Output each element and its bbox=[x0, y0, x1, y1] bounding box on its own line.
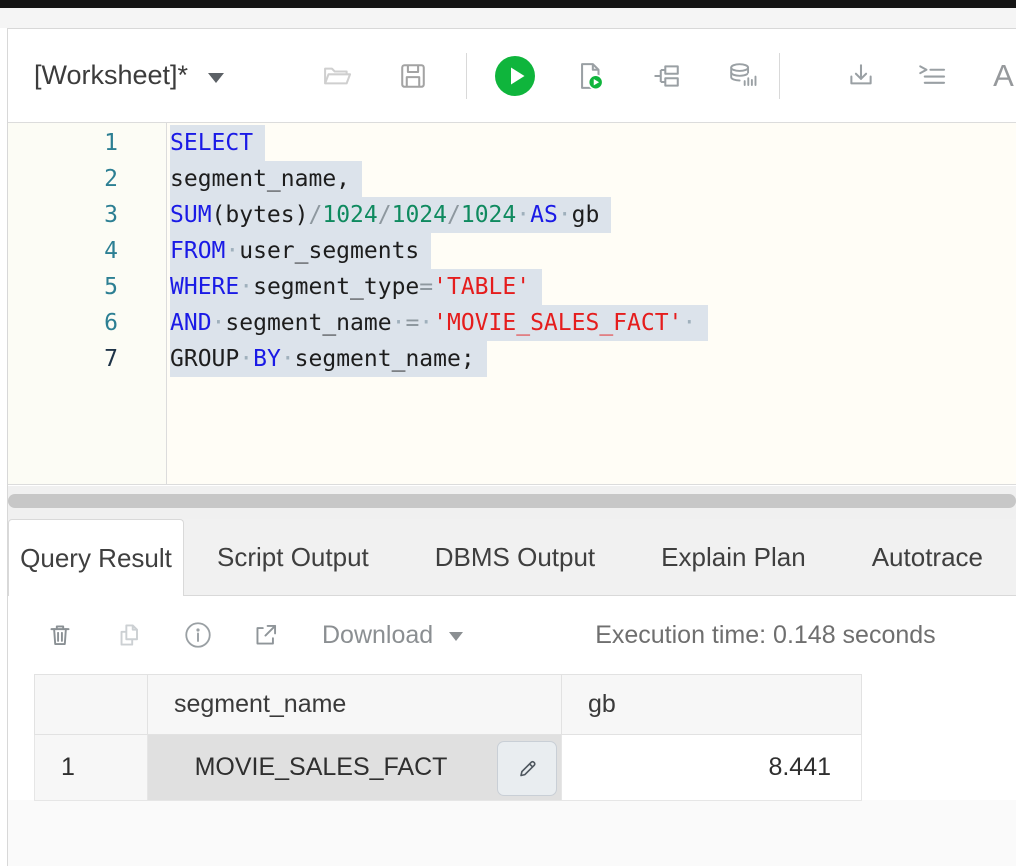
selected-code: segment_name, bbox=[170, 161, 362, 197]
selected-code: AND·segment_name·=·'MOVIE_SALES_FACT'· bbox=[170, 305, 708, 341]
column-header-gb[interactable]: gb bbox=[562, 675, 862, 735]
open-in-new-button[interactable] bbox=[250, 619, 282, 651]
result-grid: segment_name gb 1 MOVIE_SALES_FACT bbox=[34, 674, 862, 801]
result-tabs: Query ResultScript OutputDBMS OutputExpl… bbox=[8, 519, 1016, 596]
save-button[interactable] bbox=[396, 59, 430, 93]
run-statement-icon bbox=[494, 55, 536, 97]
worksheet-toolbar: [Worksheet]* bbox=[8, 29, 1016, 123]
open-file-button[interactable] bbox=[320, 59, 354, 93]
worksheet-panel: [Worksheet]* bbox=[7, 28, 1016, 866]
worksheet-selector-button[interactable]: [Worksheet]* bbox=[34, 60, 224, 91]
selected-code: WHERE·segment_type='TABLE' bbox=[170, 269, 542, 305]
line-number: 4 bbox=[8, 233, 166, 269]
autotrace-button[interactable] bbox=[725, 59, 761, 93]
run-statement-button[interactable] bbox=[494, 55, 536, 97]
chevron-down-icon bbox=[208, 73, 224, 83]
page-background-strip bbox=[0, 8, 1016, 28]
tab-explain-plan[interactable]: Explain Plan bbox=[628, 519, 839, 596]
clear-result-button[interactable] bbox=[44, 619, 76, 651]
selected-code: FROM·user_segments bbox=[170, 233, 431, 269]
pencil-icon bbox=[512, 754, 542, 784]
tab-script-output[interactable]: Script Output bbox=[184, 519, 402, 596]
header-row: segment_name gb bbox=[35, 675, 862, 735]
code-line[interactable]: 5WHERE·segment_type='TABLE' bbox=[8, 269, 1016, 305]
download-label: Download bbox=[322, 621, 433, 650]
toolbar-separator bbox=[466, 53, 467, 99]
trash-icon bbox=[44, 619, 76, 651]
code-line[interactable]: 3SUM(bytes)/1024/1024/1024·AS·gb bbox=[8, 197, 1016, 233]
run-script-button[interactable] bbox=[573, 59, 607, 93]
selected-code: SELECT bbox=[170, 125, 265, 161]
editor-lines: 1SELECT 2segment_name, 3SUM(bytes)/1024/… bbox=[8, 125, 1016, 377]
info-icon bbox=[182, 619, 214, 651]
code-line[interactable]: 7GROUP·BY·segment_name; bbox=[8, 341, 1016, 377]
copy-result-button[interactable] bbox=[113, 619, 145, 651]
splitter-zone bbox=[8, 486, 1016, 519]
line-number: 3 bbox=[8, 197, 166, 233]
font-size-button[interactable]: Aa bbox=[993, 58, 1016, 94]
toolbar-separator bbox=[779, 53, 780, 99]
open-folder-icon bbox=[320, 59, 354, 93]
copy-icon bbox=[113, 619, 145, 651]
format-icon bbox=[914, 59, 948, 93]
code-line[interactable]: 1SELECT bbox=[8, 125, 1016, 161]
panel-splitter-handle[interactable] bbox=[8, 494, 1016, 508]
run-script-icon bbox=[573, 59, 607, 93]
line-number: 1 bbox=[8, 125, 166, 161]
download-result-button[interactable]: Download bbox=[322, 621, 463, 650]
tab-query-result[interactable]: Query Result bbox=[8, 519, 184, 596]
line-number: 5 bbox=[8, 269, 166, 305]
code-line[interactable]: 4FROM·user_segments bbox=[8, 233, 1016, 269]
result-info-button[interactable] bbox=[182, 619, 214, 651]
format-button[interactable] bbox=[914, 59, 948, 93]
edit-cell-button[interactable] bbox=[497, 741, 557, 796]
result-toolbar: Download Execution time: 0.148 seconds bbox=[8, 596, 1016, 674]
segment-name-value: MOVIE_SALES_FACT bbox=[195, 753, 448, 781]
selected-code: GROUP·BY·segment_name; bbox=[170, 341, 487, 377]
explain-plan-button[interactable] bbox=[650, 59, 684, 93]
autotrace-icon bbox=[725, 59, 761, 93]
grid-empty-area bbox=[8, 800, 1016, 866]
save-icon bbox=[396, 59, 430, 93]
column-header-rownum[interactable] bbox=[35, 675, 148, 735]
tab-dbms-output[interactable]: DBMS Output bbox=[402, 519, 628, 596]
window-top-bar bbox=[0, 0, 1016, 8]
chevron-down-icon bbox=[449, 632, 463, 641]
line-number: 6 bbox=[8, 305, 166, 341]
line-number: 2 bbox=[8, 161, 166, 197]
download-worksheet-button[interactable] bbox=[844, 59, 878, 93]
code-line[interactable]: 2segment_name, bbox=[8, 161, 1016, 197]
row-number-cell[interactable]: 1 bbox=[35, 735, 148, 801]
selected-code: SUM(bytes)/1024/1024/1024·AS·gb bbox=[170, 197, 611, 233]
download-icon bbox=[844, 59, 878, 93]
segment-name-cell[interactable]: MOVIE_SALES_FACT bbox=[148, 735, 562, 801]
open-in-new-icon bbox=[250, 619, 282, 651]
gb-cell[interactable]: 8.441 bbox=[562, 735, 862, 801]
execution-time: Execution time: 0.148 seconds bbox=[595, 621, 935, 650]
sql-editor[interactable]: 1SELECT 2segment_name, 3SUM(bytes)/1024/… bbox=[8, 123, 1016, 485]
worksheet-title: [Worksheet]* bbox=[34, 60, 188, 91]
column-header-segment-name[interactable]: segment_name bbox=[148, 675, 562, 735]
line-number: 7 bbox=[8, 341, 166, 377]
explain-plan-icon bbox=[650, 59, 684, 93]
code-line[interactable]: 6AND·segment_name·=·'MOVIE_SALES_FACT'· bbox=[8, 305, 1016, 341]
table-row: 1 MOVIE_SALES_FACT 8.441 bbox=[35, 735, 862, 801]
tab-autotrace[interactable]: Autotrace bbox=[839, 519, 1016, 596]
